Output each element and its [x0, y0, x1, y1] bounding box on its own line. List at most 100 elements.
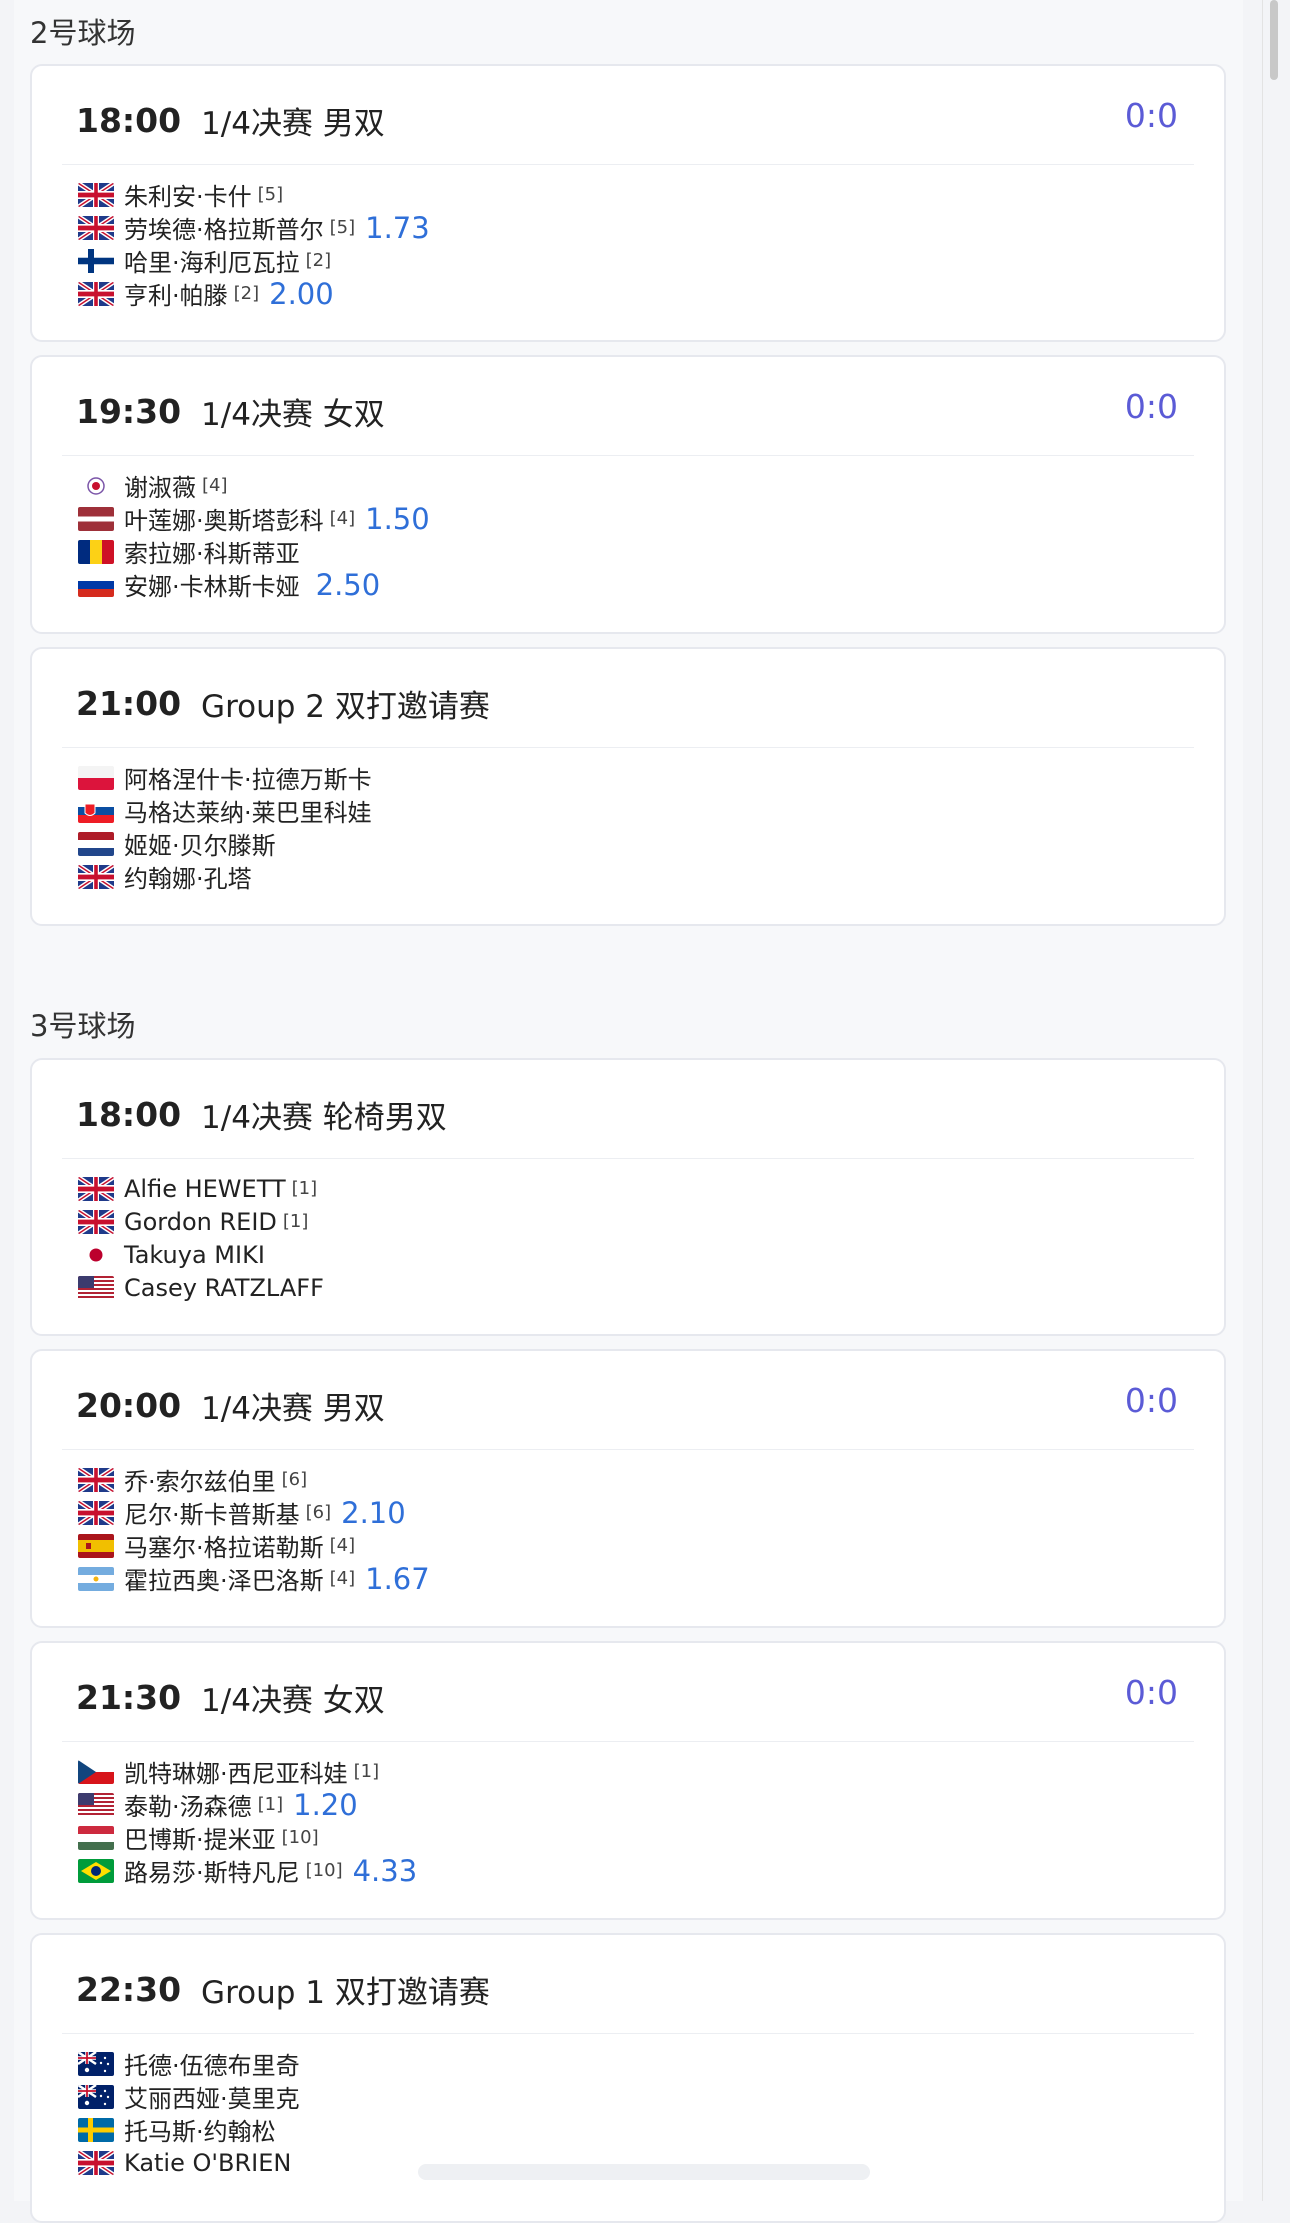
- player-seed: [2]: [305, 250, 332, 271]
- match-card[interactable]: 18:00 1/4决赛 轮椅男双 Alfie HEWETT [1] Gordon R…: [30, 1058, 1226, 1336]
- player-seed: [4]: [329, 1535, 356, 1556]
- player-name: 阿格涅什卡·拉德万斯卡: [124, 766, 372, 794]
- player-seed: [4]: [329, 508, 356, 529]
- flag-icon: [78, 864, 114, 889]
- player-odds[interactable]: 1.67: [365, 1562, 430, 1596]
- player-seed: [10]: [281, 1827, 319, 1848]
- player-name: 乔·索尔兹伯里: [124, 1468, 276, 1496]
- match-title: Group 1 双打邀请赛: [201, 1974, 490, 2011]
- player-name: 安娜·卡林斯卡娅: [124, 573, 300, 601]
- player-row: Gordon REID [1]: [78, 1205, 324, 1238]
- player-name: 泰勒·汤森德: [124, 1793, 252, 1821]
- divider: [62, 1449, 1194, 1450]
- players-list: 谢淑薇 [4] 叶莲娜·奥斯塔彭科 [4] 1.50 索拉娜·科斯蒂亚 安娜·卡林斯卡…: [78, 469, 430, 602]
- flag-icon: [78, 765, 114, 790]
- flag-icon: [78, 281, 114, 306]
- player-odds[interactable]: 2.10: [341, 1496, 406, 1530]
- scrollbar-thumb[interactable]: [1270, 0, 1278, 80]
- match-card[interactable]: 19:30 1/4决赛 女双 0:0 谢淑薇 [4] 叶莲娜·奥斯塔彭科 [4] 1.5…: [30, 355, 1226, 634]
- match-score: 0:0: [1124, 1381, 1178, 1420]
- player-row: 劳埃德·格拉斯普尔 [5] 1.73: [78, 211, 430, 245]
- match-score: 0:0: [1124, 387, 1178, 426]
- flag-icon: [78, 831, 114, 856]
- flag-icon: [78, 539, 114, 564]
- flag-icon: [78, 1275, 114, 1300]
- player-row: 叶莲娜·奥斯塔彭科 [4] 1.50: [78, 502, 430, 536]
- players-list: Alfie HEWETT [1] Gordon REID [1] Takuya MI…: [78, 1172, 324, 1304]
- match-score: 0:0: [1124, 96, 1178, 135]
- player-name: 谢淑薇: [124, 474, 196, 502]
- flag-icon: [78, 1759, 114, 1784]
- player-name: 索拉娜·科斯蒂亚: [124, 540, 300, 568]
- flag-icon: [78, 1467, 114, 1492]
- player-name: 姬姬·贝尔滕斯: [124, 832, 276, 860]
- player-row: 亨利·帕滕 [2] 2.00: [78, 277, 430, 311]
- player-row: 哈里·海利厄瓦拉 [2]: [78, 244, 430, 277]
- player-name: Alfie HEWETT: [124, 1174, 286, 1203]
- divider: [62, 747, 1194, 748]
- player-row: 谢淑薇 [4]: [78, 469, 430, 502]
- player-seed: [1]: [257, 1794, 284, 1815]
- divider: [62, 455, 1194, 456]
- player-row: Casey RATZLAFF: [78, 1271, 324, 1304]
- player-row: 托马斯·约翰松: [78, 2113, 300, 2146]
- match-time: 18:00: [76, 1094, 182, 1134]
- player-row: 安娜·卡林斯卡娅 2.50: [78, 568, 430, 602]
- player-odds[interactable]: 1.73: [365, 211, 430, 245]
- player-row: 马塞尔·格拉诺勒斯 [4]: [78, 1529, 430, 1562]
- player-row: 约翰娜·孔塔: [78, 860, 372, 893]
- flag-icon: [78, 2084, 114, 2109]
- player-odds[interactable]: 2.00: [269, 277, 334, 311]
- match-title: 1/4决赛 女双: [201, 1682, 385, 1719]
- match-card[interactable]: 21:00 Group 2 双打邀请赛 阿格涅什卡·拉德万斯卡 马格达莱纳·莱巴里…: [30, 647, 1226, 926]
- player-odds[interactable]: 1.50: [365, 502, 430, 536]
- players-list: 托德·伍德布里奇 艾丽西娅·莫里克 托马斯·约翰松 Katie O'BRIEN: [78, 2047, 300, 2179]
- flag-icon: [78, 1176, 114, 1201]
- player-odds[interactable]: 2.50: [316, 568, 381, 602]
- player-name: 哈里·海利厄瓦拉: [124, 249, 300, 277]
- match-card[interactable]: 20:00 1/4决赛 男双 0:0 乔·索尔兹伯里 [6] 尼尔·斯卡普斯基 [6]…: [30, 1349, 1226, 1628]
- match-card[interactable]: 21:30 1/4决赛 女双 0:0 凯特琳娜·西尼亚科娃 [1] 泰勒·汤森德 [1…: [30, 1641, 1226, 1920]
- home-indicator: [418, 2164, 870, 2180]
- player-odds[interactable]: 4.33: [353, 1854, 418, 1888]
- scroll-track: [1262, 0, 1263, 2201]
- match-time: 21:30: [76, 1677, 182, 1717]
- player-name: 托马斯·约翰松: [124, 2118, 276, 2146]
- match-score: 0:0: [1124, 1673, 1178, 1712]
- player-row: 马格达莱纳·莱巴里科娃: [78, 794, 372, 827]
- match-title: 1/4决赛 女双: [201, 396, 385, 433]
- player-seed: [4]: [202, 475, 228, 496]
- player-name: 凯特琳娜·西尼亚科娃: [124, 1760, 348, 1788]
- flag-icon: [78, 182, 114, 207]
- player-row: 朱利安·卡什 [5]: [78, 178, 430, 211]
- flag-icon: [78, 2150, 114, 2175]
- player-row: 托德·伍德布里奇: [78, 2047, 300, 2080]
- divider: [62, 2033, 1194, 2034]
- player-seed: [1]: [282, 1211, 309, 1232]
- player-seed: [10]: [305, 1860, 343, 1881]
- player-name: 艾丽西娅·莫里克: [124, 2085, 300, 2113]
- player-name: 朱利安·卡什: [124, 183, 252, 211]
- player-name: Katie O'BRIEN: [124, 2148, 292, 2177]
- player-name: 尼尔·斯卡普斯基: [124, 1501, 300, 1529]
- divider: [62, 1158, 1194, 1159]
- flag-icon: [78, 572, 114, 597]
- player-row: 泰勒·汤森德 [1] 1.20: [78, 1788, 417, 1822]
- flag-icon: [78, 1209, 114, 1234]
- player-seed: [5]: [257, 184, 284, 205]
- match-card[interactable]: 18:00 1/4决赛 男双 0:0 朱利安·卡什 [5] 劳埃德·格拉斯普尔 [5]…: [30, 64, 1226, 342]
- player-row: Alfie HEWETT [1]: [78, 1172, 324, 1205]
- player-odds[interactable]: 1.20: [293, 1788, 358, 1822]
- player-seed: [1]: [353, 1761, 380, 1782]
- player-name: 约翰娜·孔塔: [124, 865, 252, 893]
- player-row: 姬姬·贝尔滕斯: [78, 827, 372, 860]
- player-row: 艾丽西娅·莫里克: [78, 2080, 300, 2113]
- match-time: 22:30: [76, 1969, 182, 2009]
- players-list: 凯特琳娜·西尼亚科娃 [1] 泰勒·汤森德 [1] 1.20 巴博斯·提米亚 [10] …: [78, 1755, 418, 1888]
- court-title: 2号球场: [30, 16, 136, 50]
- flag-icon: [78, 473, 114, 498]
- match-time: 18:00: [76, 100, 182, 140]
- players-list: 朱利安·卡什 [5] 劳埃德·格拉斯普尔 [5] 1.73 哈里·海利厄瓦拉 [2] 亨…: [78, 178, 430, 311]
- player-seed: [2]: [233, 283, 260, 304]
- player-row: 尼尔·斯卡普斯基 [6] 2.10: [78, 1496, 430, 1530]
